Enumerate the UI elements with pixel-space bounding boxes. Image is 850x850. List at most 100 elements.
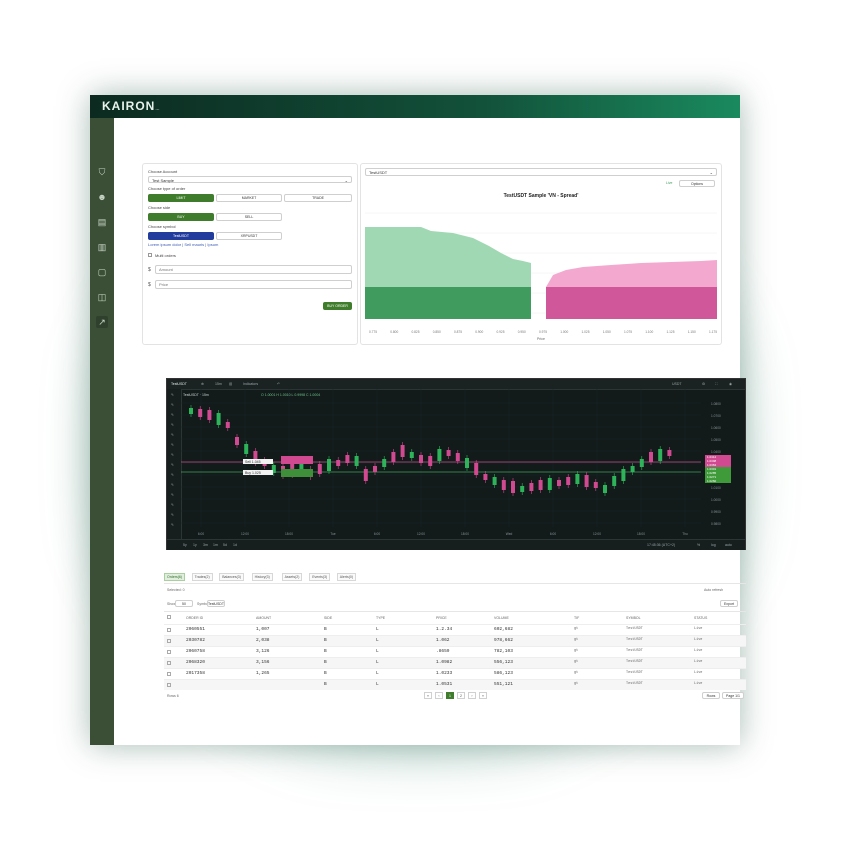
table-row[interactable]: 2030782 2,038 B L 1.062 978,662 gt TestUSDT Live (164, 635, 746, 646)
auto-refresh-toggle[interactable]: Auto refresh (704, 588, 723, 592)
row-checkbox[interactable] (167, 628, 171, 632)
logo[interactable]: KAIRON... (102, 99, 160, 113)
tab-2[interactable]: Balances(3) (219, 573, 244, 581)
add-symbol-icon[interactable]: ⊕ (201, 382, 204, 386)
amount-input[interactable]: Amount (155, 265, 352, 274)
camera-icon[interactable]: ◉ (729, 382, 732, 386)
drawing-tool-icon[interactable]: ✎ (171, 473, 174, 477)
multi-orders-checkbox[interactable] (148, 253, 152, 257)
column-header[interactable]: VOLUME (494, 616, 509, 620)
page-button[interactable]: ‹ (435, 692, 443, 699)
page-button[interactable]: 2 (457, 692, 465, 699)
row-checkbox[interactable] (167, 639, 171, 643)
range-button-1m[interactable]: 1m (213, 543, 218, 547)
table-row[interactable]: 2060758 3,126 B L .8659 782,103 gt TestUSDT Live (164, 646, 746, 657)
drawing-tool-icon[interactable]: ✎ (171, 433, 174, 437)
live-toggle[interactable]: Live (666, 181, 672, 185)
drawing-tool-icon[interactable]: ✎ (171, 503, 174, 507)
column-header[interactable]: STATUS (694, 616, 707, 620)
drawing-tool-icon[interactable]: ✎ (171, 423, 174, 427)
sell-order-tag[interactable] (281, 456, 313, 464)
drawing-tool-icon[interactable]: ✎ (171, 463, 174, 467)
symbol-filter-select[interactable]: TestUSDT (207, 600, 225, 607)
column-header[interactable]: TYPE (376, 616, 385, 620)
column-header[interactable]: SIDE (324, 616, 332, 620)
interval-button[interactable]: 15m (215, 382, 222, 386)
symbol-testusdt[interactable]: TestUSDT (148, 232, 214, 240)
chart-line-icon[interactable]: ↗ (96, 316, 108, 328)
side-sell[interactable]: SELL (216, 213, 282, 221)
fullscreen-icon[interactable]: ⛶ (715, 382, 717, 386)
row-checkbox[interactable] (167, 672, 171, 676)
table-row[interactable]: 2068320 3,156 B L 1.0982 556,123 gt TestUSDT Liv… (164, 657, 746, 668)
rows-per-page-select[interactable]: Rows (702, 692, 720, 699)
tab-3[interactable]: History(3) (251, 573, 273, 581)
buy-order-tag[interactable] (281, 469, 313, 477)
column-header[interactable]: PRICE (436, 616, 447, 620)
select-all-checkbox[interactable] (167, 615, 171, 619)
scale-option-auto[interactable]: auto (725, 543, 732, 547)
document-icon[interactable]: ▤ (96, 216, 108, 228)
indicators-button[interactable]: Indicators (243, 382, 258, 386)
options-button[interactable]: Options (679, 180, 715, 187)
table-row[interactable]: 2017358 1,265 B L 1.0233 586,123 gt TestUSDT Liv… (164, 668, 746, 679)
drawing-tool-icon[interactable]: ✎ (171, 453, 174, 457)
chart-symbol[interactable]: TestUSDT (171, 382, 187, 386)
tab-4[interactable]: Assets(2) (281, 573, 303, 581)
column-header[interactable]: ORDER ID (186, 616, 203, 620)
scale-option-log[interactable]: log (711, 543, 716, 547)
candle (373, 466, 377, 472)
side-buy[interactable]: BUY (148, 213, 214, 221)
submit-order-button[interactable]: BUY ORDER (323, 302, 352, 310)
tab-6[interactable]: Alerts(0) (336, 573, 357, 581)
clipboard-icon[interactable]: ▥ (96, 241, 108, 253)
price-input[interactable]: Price (155, 280, 352, 289)
drawing-tool-icon[interactable]: ✎ (171, 483, 174, 487)
table-row[interactable]: 2060551 1,007 B L 1.2.34 602,682 gt TestUSDT Liv… (164, 624, 746, 635)
range-button-1d[interactable]: 1d (233, 543, 237, 547)
drawing-tool-icon[interactable]: ✎ (171, 393, 174, 397)
column-header[interactable]: AMOUNT (256, 616, 271, 620)
column-header[interactable]: TIF (574, 616, 579, 620)
range-button-5d[interactable]: 5d (223, 543, 227, 547)
tab-1[interactable]: Trades(2) (191, 573, 213, 581)
drawing-tool-icon[interactable]: ✎ (171, 523, 174, 527)
show-select[interactable]: 50 (175, 600, 193, 607)
table-row[interactable]: B L 1.0531 551,121 gt TestUSDT Live (164, 679, 746, 690)
scale-option-%[interactable]: % (697, 543, 700, 547)
order-type-market[interactable]: MARKET (216, 194, 282, 202)
settings-icon[interactable]: ⚙ (702, 382, 705, 386)
symbol-xrpusdt[interactable]: XRPUSDT (216, 232, 282, 240)
range-button-3m[interactable]: 3m (203, 543, 208, 547)
order-type-trade[interactable]: TRADE (284, 194, 352, 202)
page-button[interactable]: › (468, 692, 476, 699)
row-checkbox[interactable] (167, 661, 171, 665)
drawing-tool-icon[interactable]: ✎ (171, 403, 174, 407)
briefcase-icon[interactable]: ◫ (96, 291, 108, 303)
drawing-tool-icon[interactable]: ✎ (171, 443, 174, 447)
range-button-5y[interactable]: 5y (183, 543, 187, 547)
candle (363, 469, 368, 481)
account-select[interactable]: Test Sample ⌄ (148, 176, 352, 183)
candle-type-icon[interactable]: ▥ (229, 382, 232, 386)
shield-icon[interactable]: ⛉ (96, 166, 108, 178)
file-icon[interactable]: ▢ (96, 266, 108, 278)
column-header[interactable]: SYMBOL (626, 616, 641, 620)
drawing-tool-icon[interactable]: ✎ (171, 513, 174, 517)
page-button[interactable]: 1 (446, 692, 454, 699)
page-button[interactable]: « (424, 692, 432, 699)
export-button[interactable]: Export (720, 600, 738, 607)
symbol-note-link[interactable]: Lorem ipsum dolor | Sell mauris | Ipsum (148, 242, 218, 247)
range-button-1y[interactable]: 1y (193, 543, 197, 547)
tab-0[interactable]: Orders(6) (164, 573, 185, 581)
row-checkbox[interactable] (167, 650, 171, 654)
users-icon[interactable]: ☻ (96, 191, 108, 203)
order-type-limit[interactable]: LIMIT (148, 194, 214, 202)
undo-icon[interactable]: ↶ (277, 382, 280, 386)
row-checkbox[interactable] (167, 683, 171, 687)
drawing-tool-icon[interactable]: ✎ (171, 493, 174, 497)
depth-symbol-select[interactable]: TestUSDT ⌄ (365, 168, 717, 176)
tab-5[interactable]: Events(3) (309, 573, 331, 581)
page-button[interactable]: » (479, 692, 487, 699)
drawing-tool-icon[interactable]: ✎ (171, 413, 174, 417)
